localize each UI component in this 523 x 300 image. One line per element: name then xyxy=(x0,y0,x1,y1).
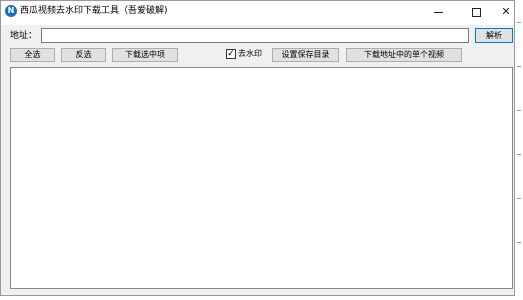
set-save-dir-button[interactable]: 设置保存目录 xyxy=(272,48,339,62)
address-label: 地址： xyxy=(10,31,38,41)
close-icon: ✕ xyxy=(501,5,511,18)
divider xyxy=(517,154,521,155)
select-all-button[interactable]: 全选 xyxy=(10,48,55,62)
background-window-edge xyxy=(515,0,523,300)
app-logo-icon: N xyxy=(5,5,17,17)
remove-watermark-label[interactable]: 去水印 xyxy=(238,48,262,60)
parse-button[interactable]: 解析 xyxy=(475,28,513,43)
download-single-video-button[interactable]: 下载地址中的单个视频 xyxy=(346,48,462,62)
checkmark-icon: ✓ xyxy=(227,49,235,59)
maximize-button[interactable] xyxy=(461,1,491,23)
divider xyxy=(517,22,521,23)
divider xyxy=(517,198,521,199)
invert-selection-button[interactable]: 反选 xyxy=(61,48,106,62)
divider xyxy=(517,110,521,111)
title-bar: N 西瓜视频去水印下载工具（吾爱破解) ✕ xyxy=(1,1,514,25)
video-list[interactable] xyxy=(10,67,513,289)
minimize-icon xyxy=(433,11,443,13)
minimize-button[interactable] xyxy=(423,1,453,23)
window-title: 西瓜视频去水印下载工具（吾爱破解) xyxy=(20,6,168,16)
divider xyxy=(517,242,521,243)
download-selected-button[interactable]: 下载选中项 xyxy=(112,48,178,62)
remove-watermark-checkbox[interactable]: ✓ xyxy=(226,49,236,59)
maximize-icon xyxy=(471,7,481,17)
divider xyxy=(517,66,521,67)
address-input[interactable] xyxy=(41,28,469,43)
main-window: N 西瓜视频去水印下载工具（吾爱破解) ✕ 地址： 解析 全选 反选 下载选中项… xyxy=(0,0,515,296)
